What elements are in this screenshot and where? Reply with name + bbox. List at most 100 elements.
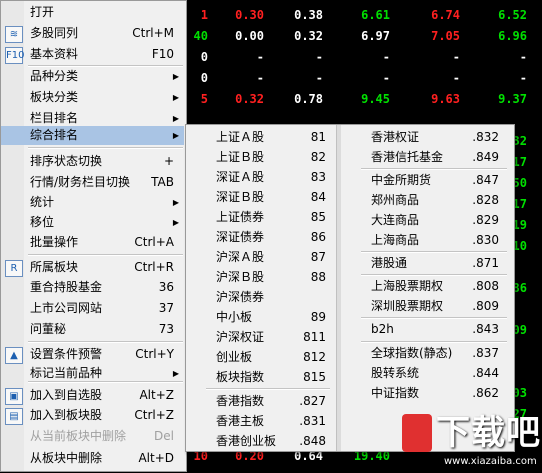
menu-separator [28, 341, 183, 343]
submenu-item-name: 深圳股票期权 [371, 299, 444, 313]
menu-item-shortcut: Alt+Z [139, 388, 174, 402]
menu-item-shortcut: Del [154, 429, 174, 443]
submenu-item[interactable]: 香港指数 .827 [216, 391, 326, 411]
menu-item[interactable]: ▤ 加入到板块股 Ctrl+Z [1, 406, 184, 425]
submenu-item-code: .808 [472, 279, 499, 293]
menu-item[interactable]: 问董秘 73 [1, 320, 184, 339]
grid-cell: 9.63 [431, 92, 460, 106]
menu-item[interactable]: 打开 [1, 3, 184, 22]
submenu-item[interactable]: 沪深Ａ股 87 [216, 247, 326, 267]
submenu-item[interactable]: 港股通 .871 [371, 253, 499, 273]
submenu-item[interactable]: 深证Ｂ股 84 [216, 187, 326, 207]
submenu-item-code: .848 [299, 434, 326, 448]
grid-cell: - [452, 50, 460, 64]
grid-cell: - [256, 50, 264, 64]
menu-item-label: 行情/财务栏目切换 [30, 175, 131, 189]
watermark-url: www.xiazaiba.com [444, 456, 537, 467]
context-menu: 打开 ≋ 多股同列 Ctrl+M F10 基本资料 F10 品种分类 ▶ 板块分类 ▶ 栏目排名 ▶ 综合… [0, 0, 187, 472]
menu-item[interactable]: 行情/财务栏目切换 TAB [1, 173, 184, 192]
menu-item-label: 从当前板块中删除 [30, 429, 127, 443]
menu-item-label: 移位 [30, 215, 55, 229]
menu-item-shortcut: Alt+D [138, 451, 174, 465]
menu-item[interactable]: 排序状态切换 + [1, 152, 184, 171]
menu-item[interactable]: F10 基本资料 F10 [1, 45, 184, 64]
menu-item[interactable]: 移位 ▶ [1, 213, 184, 232]
submenu-item[interactable]: 上证Ｂ股 82 [216, 147, 326, 167]
submenu-item-code: .830 [472, 233, 499, 247]
menu-separator [28, 147, 183, 149]
menu-item-label: 多股同列 [30, 26, 79, 40]
menu-item-label: 批量操作 [30, 235, 79, 249]
submenu-item-name: 香港创业板 [216, 434, 277, 448]
submenu-item-code: 811 [303, 330, 326, 344]
submenu-item[interactable]: 深圳股票期权 .809 [371, 296, 499, 316]
submenu-arrow-icon: ▶ [172, 198, 179, 207]
submenu-item[interactable]: 沪深Ｂ股 88 [216, 267, 326, 287]
submenu-item[interactable]: 上证Ａ股 81 [216, 127, 326, 147]
menu-item-label: 上市公司网站 [30, 301, 103, 315]
submenu-arrow-icon: ▶ [172, 93, 179, 102]
submenu-item[interactable]: 创业板 812 [216, 347, 326, 367]
menu-item[interactable]: 板块分类 ▶ [1, 88, 184, 107]
submenu-item-name: 深证Ａ股 [216, 170, 265, 184]
menu-item[interactable]: 从当前板块中删除 Del [1, 427, 184, 446]
menu-item[interactable]: 从板块中删除 Alt+D [1, 449, 184, 468]
submenu-item-code: .862 [472, 386, 499, 400]
menu-item-label: 加入到板块股 [30, 408, 103, 422]
submenu-item-name: 大连商品 [371, 213, 420, 227]
submenu-item-name: 创业板 [216, 350, 253, 364]
submenu-item[interactable]: 深证债券 86 [216, 227, 326, 247]
submenu-item[interactable]: 中小板 89 [216, 307, 326, 327]
submenu-item-name: 中金所期货 [371, 173, 432, 187]
menu-item[interactable]: ▲ 设置条件预警 Ctrl+Y [1, 345, 184, 364]
grid-cell: 9.45 [361, 92, 390, 106]
submenu-item[interactable]: b2h .843 [371, 319, 499, 339]
submenu-item[interactable]: 上证债券 85 [216, 207, 326, 227]
submenu-item[interactable]: 深证Ａ股 83 [216, 167, 326, 187]
menu-item[interactable]: R 所属板块 Ctrl+R [1, 258, 184, 277]
alert-up-icon: ▲ [5, 347, 23, 364]
grid-cell: - [315, 71, 323, 85]
submenu-item-name: 全球指数(静态) [371, 346, 453, 360]
menu-item[interactable]: 综合排名 ▶ [1, 126, 184, 145]
submenu-item-code: 812 [303, 350, 326, 364]
submenu-item[interactable]: 股转系统 .844 [371, 363, 499, 383]
submenu-item-name: 中证指数 [371, 386, 420, 400]
menu-item-label: 品种分类 [30, 69, 79, 83]
submenu-item-code: 87 [310, 250, 326, 264]
submenu-item[interactable]: 上海股票期权 .808 [371, 276, 499, 296]
menu-item[interactable]: 重合持股基金 36 [1, 278, 184, 297]
submenu-item[interactable]: 香港主板 .831 [216, 411, 326, 431]
submenu-item-code: .844 [472, 366, 499, 380]
add-block-icon: ▤ [5, 408, 23, 425]
menu-item-label: 打开 [30, 5, 55, 19]
submenu-item[interactable]: 香港信托基金 .849 [371, 147, 499, 167]
submenu-item[interactable]: 全球指数(静态) .837 [371, 343, 499, 363]
submenu-item[interactable]: 大连商品 .829 [371, 210, 499, 230]
submenu-arrow-icon: ▶ [172, 131, 179, 140]
menu-item[interactable]: 品种分类 ▶ [1, 67, 184, 86]
menu-item[interactable]: 统计 ▶ [1, 193, 184, 212]
menu-item-label: 标记当前品种 [30, 366, 103, 380]
menu-item[interactable]: 批量操作 Ctrl+A [1, 233, 184, 252]
menu-item[interactable]: 标记当前品种 ▶ [1, 364, 184, 383]
submenu-item[interactable]: 香港创业板 .848 [216, 431, 326, 451]
submenu-item-name: 港股通 [371, 256, 408, 270]
submenu-item[interactable]: 中证指数 .862 [371, 383, 499, 403]
grid-cell: - [382, 50, 390, 64]
grid-cell: 6.74 [431, 8, 460, 22]
submenu-item-code: 815 [303, 370, 326, 384]
submenu-item[interactable]: 中金所期货 .847 [371, 170, 499, 190]
menu-item[interactable]: 上市公司网站 37 [1, 299, 184, 318]
menu-item[interactable]: ≋ 多股同列 Ctrl+M [1, 24, 184, 43]
submenu-item[interactable]: 香港权证 .832 [371, 127, 499, 147]
submenu-item[interactable]: 沪深权证 811 [216, 327, 326, 347]
menu-item[interactable]: ▣ 加入到自选股 Alt+Z [1, 386, 184, 405]
submenu-item[interactable]: 郑州商品 .828 [371, 190, 499, 210]
submenu-item[interactable]: 板块指数 815 [216, 367, 326, 387]
grid-cell: - [519, 50, 527, 64]
submenu-item[interactable]: 上海商品 .830 [371, 230, 499, 250]
submenu-item[interactable]: 沪深债券 [216, 287, 326, 307]
submenu-item-code: .831 [299, 414, 326, 428]
submenu-item-code: 81 [310, 130, 326, 144]
